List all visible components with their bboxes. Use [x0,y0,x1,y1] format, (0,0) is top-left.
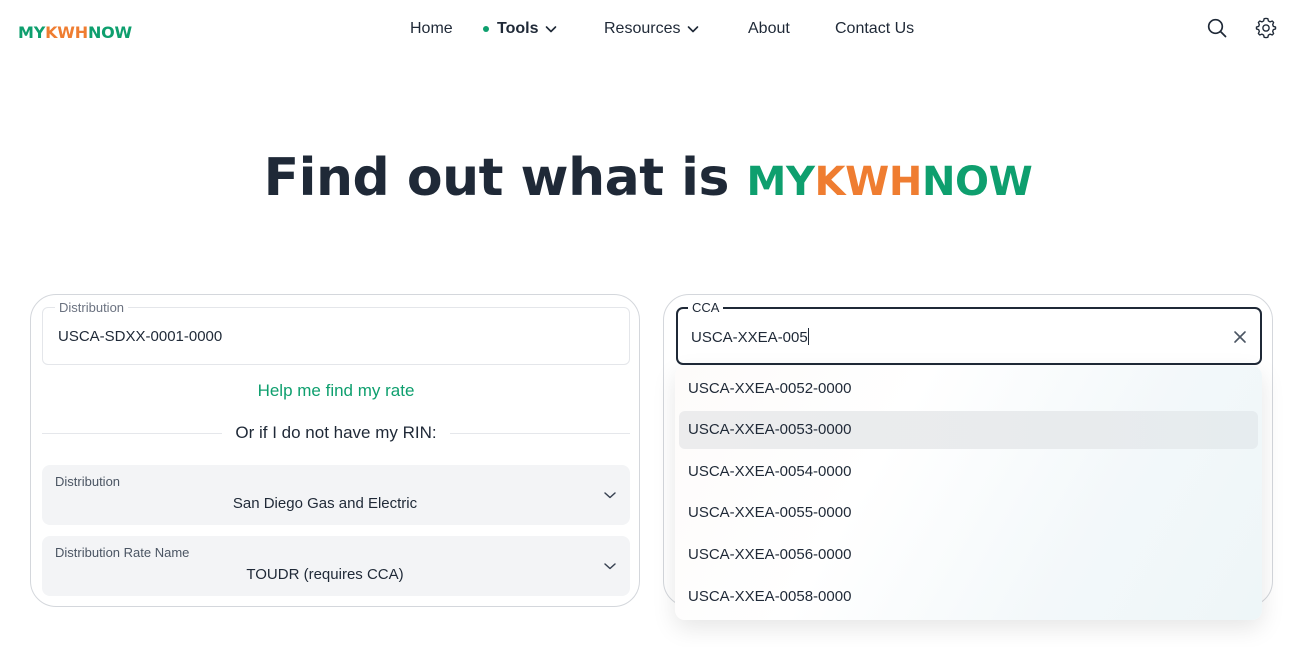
distribution-card: Distribution USCA-SDXX-0001-0000 Help me… [30,294,640,607]
cca-field[interactable]: CCA USCA-XXEA-005 [676,300,1262,365]
nav-home-label: Home [410,20,453,37]
cca-label: CCA [688,300,724,316]
nav-resources-label: Resources [604,20,681,37]
nav-about-label: About [748,20,790,37]
cca-option[interactable]: USCA-XXEA-0054-0000 [679,453,1258,491]
distribution-select-value: San Diego Gas and Electric [232,495,418,512]
hero-brand-my: MY [746,159,815,205]
cca-input[interactable]: USCA-XXEA-005 [691,328,809,346]
cca-option-highlighted[interactable]: USCA-XXEA-0053-0000 [679,411,1258,449]
cca-input-value: USCA-XXEA-005 [691,329,808,346]
distribution-rin-field[interactable]: Distribution USCA-SDXX-0001-0000 [42,300,630,365]
cca-option[interactable]: USCA-XXEA-0058-0000 [679,578,1258,616]
distribution-rin-value: USCA-SDXX-0001-0000 [58,328,223,345]
nav-contact[interactable]: Contact Us [835,20,914,38]
nav-tools-label: Tools [497,20,539,37]
hero-prefix: Find out what is [263,148,730,208]
clear-icon[interactable] [1232,329,1248,345]
nav-about[interactable]: About [748,20,790,38]
cca-option[interactable]: USCA-XXEA-0056-0000 [679,536,1258,574]
cca-option[interactable]: USCA-XXEA-0052-0000 [679,370,1258,408]
text-caret [807,328,809,345]
rate-name-select[interactable]: Distribution Rate Name TOUDR (requires C… [42,536,630,596]
distribution-rin-label: Distribution [55,300,129,316]
active-dot-icon [483,26,489,32]
rate-name-select-label: Distribution Rate Name [55,545,190,560]
hero-brand-now: NOW [921,159,1033,205]
cca-options-dropdown: USCA-XXEA-0052-0000 USCA-XXEA-0053-0000 … [675,366,1262,620]
chevron-down-icon [604,492,616,499]
divider-text: Or if I do not have my RIN: [235,423,437,442]
cca-option[interactable]: USCA-XXEA-0055-0000 [679,494,1258,532]
main-nav: Home Tools Resources About Contact Us [0,20,1296,40]
rate-name-select-value: TOUDR (requires CCA) [246,566,404,583]
hero-brand: MYKWHNOW [747,159,1033,205]
distribution-select[interactable]: Distribution San Diego Gas and Electric [42,465,630,525]
gear-icon[interactable] [1255,17,1277,39]
nav-home[interactable]: Home [410,20,453,38]
nav-tools[interactable]: Tools [483,20,558,38]
chevron-down-icon [604,563,616,570]
rin-divider: Or if I do not have my RIN: [42,423,630,443]
nav-contact-label: Contact Us [835,20,915,37]
chevron-down-icon [688,26,699,33]
hero-brand-kwh: KWH [814,159,923,205]
nav-resources[interactable]: Resources [604,20,700,38]
distribution-select-label: Distribution [55,474,121,489]
site-header: MYKWHNOW Home Tools Resources About Cont… [0,0,1296,60]
chevron-down-icon [546,26,557,33]
hero-heading: Find out what is MYKWHNOW [0,148,1296,208]
help-find-rate-link[interactable]: Help me find my rate [31,381,641,401]
search-icon[interactable] [1206,17,1228,39]
